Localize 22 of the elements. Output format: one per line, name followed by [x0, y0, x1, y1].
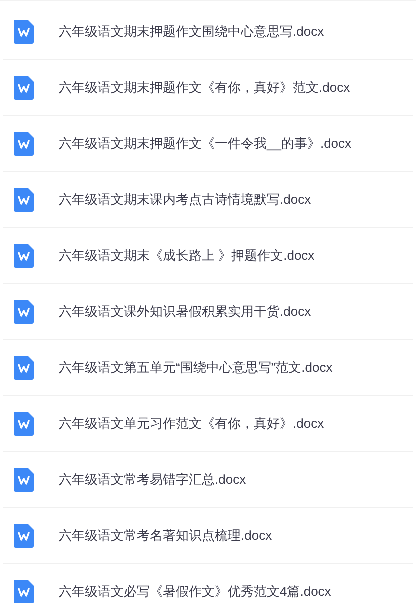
- word-file-icon: [14, 300, 34, 324]
- file-name[interactable]: 六年级语文第五单元“围绕中心意思写”范文.docx: [59, 358, 333, 376]
- word-file-icon: [14, 76, 34, 100]
- word-file-icon: [14, 20, 34, 44]
- file-name[interactable]: 六年级语文常考易错字汇总.docx: [59, 470, 246, 488]
- word-file-icon: [14, 132, 34, 156]
- file-name[interactable]: 六年级语文课外知识暑假积累实用干货.docx: [59, 302, 312, 320]
- file-name[interactable]: 六年级语文常考名著知识点梳理.docx: [59, 526, 272, 544]
- word-file-icon: [14, 188, 34, 212]
- file-name[interactable]: 六年级语文期末押题作文《一件令我__的事》.docx: [59, 134, 352, 152]
- file-name[interactable]: 六年级语文期末课内考点古诗情境默写.docx: [59, 190, 312, 208]
- file-name[interactable]: 六年级语文单元习作范文《有你，真好》.docx: [59, 414, 324, 432]
- word-file-icon: [14, 468, 34, 492]
- file-name[interactable]: 六年级语文期末押题作文《有你，真好》范文.docx: [59, 78, 350, 96]
- word-file-icon: [14, 356, 34, 380]
- word-file-icon: [14, 580, 34, 603]
- file-name[interactable]: 六年级语文必写《暑假作文》优秀范文4篇.docx: [59, 582, 332, 600]
- word-file-icon: [14, 244, 34, 268]
- file-name[interactable]: 六年级语文期末押题作文围绕中心意思写.docx: [59, 22, 324, 40]
- word-file-icon: [14, 524, 34, 548]
- file-name[interactable]: 六年级语文期末《成长路上 》押题作文.docx: [59, 246, 315, 264]
- word-file-icon: [14, 412, 34, 436]
